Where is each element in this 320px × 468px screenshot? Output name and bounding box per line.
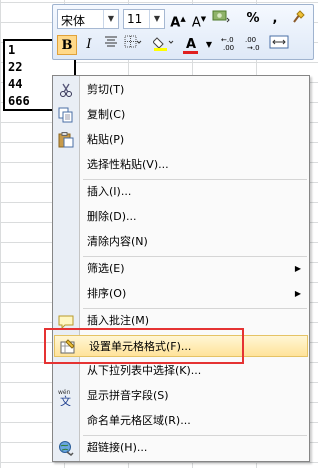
annotation-highlight-box	[44, 328, 244, 364]
submenu-arrow-icon: ▶	[294, 264, 301, 273]
menu-item-label: 排序(O)	[87, 287, 127, 300]
percent-button[interactable]: %	[243, 9, 263, 29]
menu-item-label: 插入(I)...	[87, 185, 132, 198]
font-color-icon[interactable]: A	[181, 35, 201, 55]
menu-item-paste-special[interactable]: 选择性粘贴(V)...	[53, 154, 309, 176]
grow-font-icon[interactable]: A▲	[168, 9, 188, 30]
center-align-icon[interactable]	[101, 35, 121, 55]
font-name-value: 宋体	[61, 14, 86, 28]
menu-separator	[83, 179, 307, 180]
italic-button[interactable]: I	[79, 35, 99, 55]
fill-color-icon[interactable]	[152, 35, 174, 55]
menu-item-filter[interactable]: 筛选(E) ▶	[53, 258, 309, 280]
comma-button[interactable]: ,	[265, 9, 285, 29]
svg-text:文: 文	[60, 394, 71, 406]
menu-item-label: 命名单元格区域(R)...	[87, 414, 191, 427]
menu-separator	[83, 256, 307, 257]
menu-item-label: 显示拼音字段(S)	[87, 389, 169, 402]
menu-item-delete[interactable]: 删除(D)...	[53, 206, 309, 228]
menu-item-label: 复制(C)	[87, 108, 126, 121]
menu-item-hyperlink[interactable]: 超链接(H)...	[53, 437, 309, 459]
decrease-decimal-icon[interactable]: .00 →.0	[245, 35, 265, 55]
context-menu: 剪切(T) 复制(C) 粘贴(P) 选择性粘贴(V)... 插入(I)... 删…	[52, 75, 310, 462]
hyperlink-icon	[58, 440, 74, 456]
menu-item-insert[interactable]: 插入(I)...	[53, 181, 309, 203]
menu-item-label: 删除(D)...	[87, 210, 137, 223]
merge-center-icon[interactable]	[269, 35, 289, 55]
menu-item-label: 超链接(H)...	[87, 441, 148, 454]
menu-item-cut[interactable]: 剪切(T)	[53, 79, 309, 101]
svg-text:.00: .00	[245, 36, 256, 44]
menu-item-sort[interactable]: 排序(O) ▶	[53, 283, 309, 305]
chevron-down-icon[interactable]: ▼	[199, 35, 219, 55]
font-name-combo[interactable]: 宋体 ▼	[57, 9, 119, 29]
menu-separator	[83, 308, 307, 309]
font-size-value: 11	[127, 12, 143, 26]
menu-item-label: 筛选(E)	[87, 262, 125, 275]
shrink-font-icon[interactable]: A▼	[189, 9, 209, 30]
menu-item-label: 清除内容(N)	[87, 235, 148, 248]
submenu-arrow-icon: ▶	[294, 289, 301, 298]
font-size-combo[interactable]: 11 ▼	[123, 9, 165, 29]
svg-text:→.0: →.0	[247, 44, 260, 51]
scissors-icon	[58, 82, 74, 98]
currency-format-icon[interactable]	[211, 9, 231, 29]
cell-a2[interactable]: 22	[8, 59, 22, 75]
font-color-label: A	[185, 37, 197, 52]
menu-item-label: 选择性粘贴(V)...	[87, 158, 169, 171]
borders-icon[interactable]	[123, 35, 143, 55]
menu-item-clear-contents[interactable]: 清除内容(N)	[53, 231, 309, 253]
svg-text:.00: .00	[223, 44, 234, 51]
copy-icon	[58, 107, 74, 123]
menu-item-show-pinyin[interactable]: wén 文 显示拼音字段(S)	[53, 385, 309, 408]
cell-a3[interactable]: 44	[8, 76, 22, 92]
cell-a1[interactable]: 1	[8, 42, 15, 58]
svg-text:←.0: ←.0	[221, 36, 234, 44]
pinyin-icon: wén 文	[58, 388, 74, 408]
format-painter-icon[interactable]	[289, 9, 309, 29]
bold-button[interactable]: B	[57, 35, 77, 55]
mini-toolbar: 宋体 ▼ 11 ▼ A▲ A▼ % , B I A ▼ ←.0.00 .00 →.…	[52, 4, 314, 60]
menu-separator	[83, 435, 307, 436]
chevron-down-icon[interactable]: ▼	[149, 10, 164, 28]
chevron-down-icon[interactable]: ▼	[103, 10, 118, 28]
menu-item-paste[interactable]: 粘贴(P)	[53, 129, 309, 151]
menu-item-label: 粘贴(P)	[87, 133, 125, 146]
cell-a4[interactable]: 666	[8, 93, 30, 109]
comment-icon	[58, 313, 74, 330]
menu-item-name-range[interactable]: 命名单元格区域(R)...	[53, 410, 309, 432]
menu-item-label: 剪切(T)	[87, 83, 125, 96]
paste-icon	[58, 132, 74, 148]
menu-item-copy[interactable]: 复制(C)	[53, 104, 309, 126]
increase-decimal-icon[interactable]: ←.0.00	[221, 35, 241, 55]
